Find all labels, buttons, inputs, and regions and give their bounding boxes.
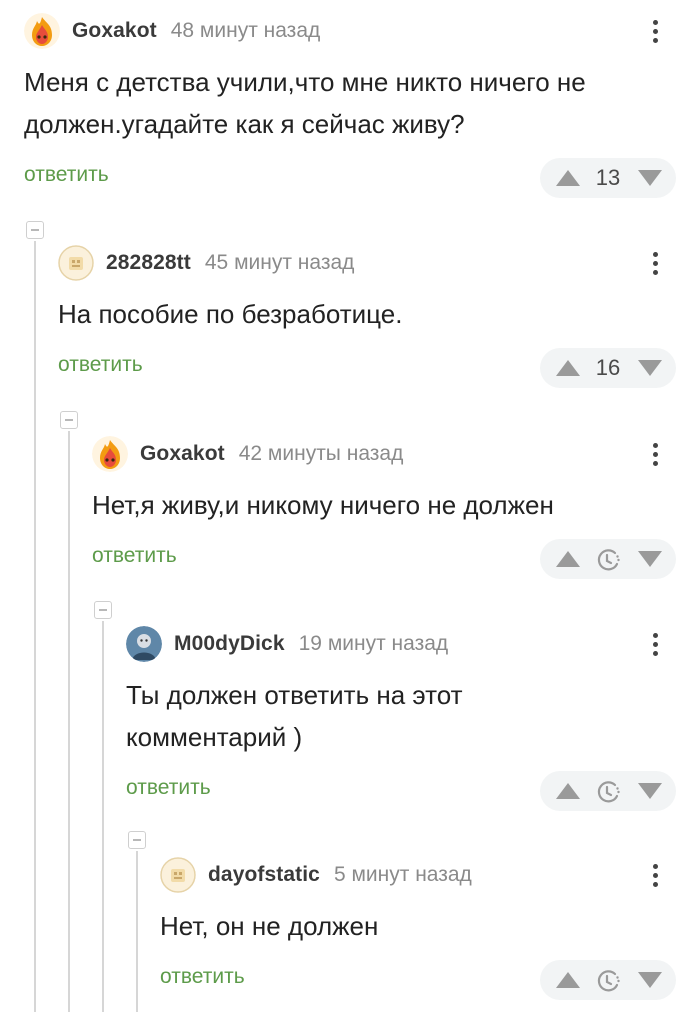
comment-text-line: Меня с детства учили,что мне никто ничег… [24, 67, 586, 97]
default-avatar[interactable] [58, 245, 94, 281]
comment-text: Ты должен ответить на этот комментарий ) [126, 674, 463, 758]
rating-count: 13 [595, 165, 621, 190]
thread-line-level-2 [68, 431, 70, 1012]
comment-text: Меня с детства учили,что мне никто ничег… [24, 61, 586, 145]
comment-author[interactable]: M00dyDick [174, 632, 285, 656]
thread-line-level-4 [136, 851, 138, 1012]
collapse-thread-toggle[interactable] [128, 831, 146, 849]
upvote-icon[interactable] [554, 970, 582, 990]
comment-header: M00dyDick 19 минут назад [126, 625, 448, 663]
collapse-thread-toggle[interactable] [94, 601, 112, 619]
comment-text-line: комментарий ) [126, 722, 303, 752]
comment-header: dayofstatic 5 минут назад [160, 856, 472, 894]
clock-icon [597, 970, 620, 992]
comment-text: Нет,я живу,и никому ничего не должен [92, 484, 554, 526]
reply-button[interactable]: ответить [24, 163, 109, 187]
downvote-icon[interactable] [636, 970, 664, 990]
comment: M00dyDick 19 минут назад Ты должен ответ… [126, 625, 700, 815]
comment-time[interactable]: 19 минут назад [299, 632, 449, 656]
vote-control: 16 [540, 348, 676, 388]
upvote-icon[interactable] [554, 781, 582, 801]
fire-emoji-avatar[interactable] [24, 13, 60, 49]
collapse-thread-toggle[interactable] [26, 221, 44, 239]
comment: Goxakot 48 минут назад Меня с детства уч… [24, 12, 700, 202]
comment-author[interactable]: Goxakot [140, 442, 225, 466]
comment-text: Нет, он не должен [160, 905, 378, 947]
clock-icon [597, 549, 620, 571]
more-options-icon[interactable] [643, 244, 667, 282]
upvote-icon[interactable] [554, 168, 582, 188]
comment-time[interactable]: 42 минуты назад [239, 442, 404, 466]
thread-line-level-1 [34, 241, 36, 1012]
reply-button[interactable]: ответить [126, 776, 211, 800]
clock-icon [597, 781, 620, 803]
reply-button[interactable]: ответить [160, 965, 245, 989]
more-options-icon[interactable] [643, 435, 667, 473]
vote-control [540, 771, 676, 811]
more-options-icon[interactable] [643, 856, 667, 894]
downvote-icon[interactable] [636, 781, 664, 801]
fire-emoji-avatar[interactable] [92, 436, 128, 472]
more-options-icon[interactable] [643, 12, 667, 50]
more-options-icon[interactable] [643, 625, 667, 663]
reply-button[interactable]: ответить [92, 544, 177, 568]
upvote-icon[interactable] [554, 358, 582, 378]
reply-button[interactable]: ответить [58, 353, 143, 377]
downvote-icon[interactable] [636, 168, 664, 188]
downvote-icon[interactable] [636, 549, 664, 569]
comment-author[interactable]: Goxakot [72, 19, 157, 43]
comment-time[interactable]: 45 минут назад [205, 251, 355, 275]
thread-line-level-3 [102, 621, 104, 1012]
collapse-thread-toggle[interactable] [60, 411, 78, 429]
comment: dayofstatic 5 минут назад Нет, он не дол… [160, 856, 700, 1006]
comment-time[interactable]: 48 минут назад [171, 19, 321, 43]
comment: 282828tt 45 минут назад На пособие по бе… [58, 244, 700, 394]
rating-count: 16 [595, 355, 621, 380]
comment-text: На пособие по безработице. [58, 293, 402, 335]
comment-text-line: должен.угадайте как я сейчас живу? [24, 109, 465, 139]
comment-header: Goxakot 48 минут назад [24, 12, 320, 50]
comment: Goxakot 42 минуты назад Нет,я живу,и ник… [92, 435, 700, 585]
comment-text-line: Нет, он не должен [160, 911, 379, 941]
comment-time[interactable]: 5 минут назад [334, 863, 472, 887]
downvote-icon[interactable] [636, 358, 664, 378]
comment-text-line: На пособие по безработице. [58, 299, 403, 329]
photo-avatar[interactable] [126, 626, 162, 662]
default-avatar[interactable] [160, 857, 196, 893]
upvote-icon[interactable] [554, 549, 582, 569]
comment-header: 282828tt 45 минут назад [58, 244, 354, 282]
vote-control [540, 539, 676, 579]
comment-author[interactable]: dayofstatic [208, 863, 320, 887]
vote-control [540, 960, 676, 1000]
comment-text-line: Нет,я живу,и никому ничего не должен [92, 490, 554, 520]
comment-text-line: Ты должен ответить на этот [126, 680, 463, 710]
comment-header: Goxakot 42 минуты назад [92, 435, 403, 473]
vote-control: 13 [540, 158, 676, 198]
comment-author[interactable]: 282828tt [106, 251, 191, 275]
